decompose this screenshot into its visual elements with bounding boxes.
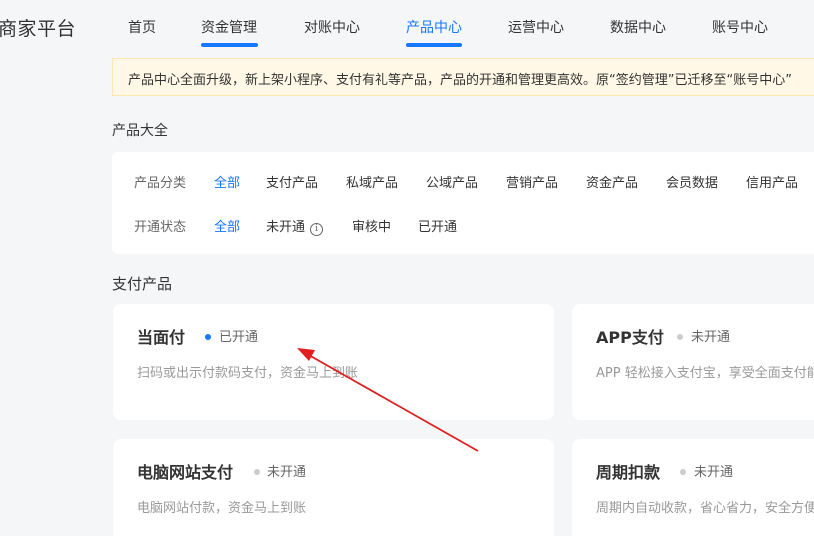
status-option-not-activated[interactable]: 未开通 i [266, 216, 324, 236]
product-card-periodic-deduction[interactable]: 周期扣款 未开通 周期内自动收款，省心省力，安全方便 [572, 439, 814, 536]
nav-fund-management[interactable]: 资金管理 [201, 17, 257, 37]
category-filter-row: 产品分类 全部 支付产品 私域产品 公域产品 营销产品 资金产品 会员数据 信用… [134, 172, 814, 192]
card-description: APP 轻松接入支付宝，享受全面支付能力 [596, 366, 814, 381]
nav-hover-underline [201, 43, 258, 47]
status-dot [680, 469, 686, 475]
category-filter-label: 产品分类 [134, 176, 187, 191]
info-icon[interactable]: i [310, 223, 324, 236]
card-title: 电脑网站支付 [137, 463, 234, 482]
category-option-private[interactable]: 私域产品 [346, 172, 398, 191]
product-card-pc-web-pay[interactable]: 电脑网站支付 未开通 电脑网站付款，资金马上到账 [113, 439, 554, 536]
category-option-marketing[interactable]: 营销产品 [506, 172, 558, 191]
catalog-title: 产品大全 [112, 123, 168, 139]
notice-banner: 产品中心全面升级，新上架小程序、支付有礼等产品，产品的开通和管理更高效。原“签约… [112, 58, 814, 96]
status-badge: 已开通 [219, 330, 259, 345]
card-title: 周期扣款 [596, 463, 661, 482]
nav-home[interactable]: 首页 [128, 17, 156, 37]
status-filter-label: 开通状态 [134, 220, 187, 235]
status-option-reviewing[interactable]: 审核中 [352, 216, 391, 235]
status-dot [677, 334, 683, 340]
category-option-member[interactable]: 会员数据 [666, 172, 718, 191]
category-option-fund[interactable]: 资金产品 [586, 172, 638, 191]
status-option-activated[interactable]: 已开通 [418, 216, 457, 235]
product-card-face-to-face[interactable]: 当面付 已开通 扫码或出示付款码支付，资金马上到账 [113, 304, 554, 420]
card-description: 周期内自动收款，省心省力，安全方便 [596, 501, 814, 516]
category-option-all[interactable]: 全部 [214, 172, 240, 191]
card-description: 电脑网站付款，资金马上到账 [137, 501, 307, 516]
status-badge: 未开通 [694, 465, 734, 480]
status-dot [205, 334, 211, 340]
nav-active-underline [406, 43, 462, 47]
card-title: APP支付 [596, 328, 664, 347]
status-option-all[interactable]: 全部 [214, 216, 240, 235]
card-description: 扫码或出示付款码支付，资金马上到账 [137, 366, 359, 381]
nav-operations[interactable]: 运营中心 [508, 17, 564, 37]
status-badge: 未开通 [691, 330, 731, 345]
payment-section-title: 支付产品 [112, 275, 173, 293]
top-nav-bar: 商家平台 首页 资金管理 对账中心 产品中心 运营中心 数据中心 账号中心 [0, 0, 814, 52]
brand-title: 商家平台 [0, 18, 77, 40]
nav-account-center[interactable]: 账号中心 [712, 17, 768, 37]
notice-text: 产品中心全面升级，新上架小程序、支付有礼等产品，产品的开通和管理更高效。原“签约… [128, 73, 792, 88]
status-option-not-activated-label: 未开通 [266, 220, 306, 235]
filter-panel: 产品分类 全部 支付产品 私域产品 公域产品 营销产品 资金产品 会员数据 信用… [112, 152, 814, 254]
category-option-payment[interactable]: 支付产品 [266, 172, 318, 191]
nav-product-center[interactable]: 产品中心 [406, 17, 462, 37]
status-dot [254, 469, 260, 475]
status-filter-row: 开通状态 全部 未开通 i 审核中 已开通 [134, 216, 534, 236]
nav-data-center[interactable]: 数据中心 [610, 17, 666, 37]
nav-reconciliation[interactable]: 对账中心 [304, 17, 360, 37]
category-option-credit[interactable]: 信用产品 [746, 172, 798, 191]
status-badge: 未开通 [267, 465, 307, 480]
product-card-app-pay[interactable]: APP支付 未开通 APP 轻松接入支付宝，享受全面支付能力 [572, 304, 814, 420]
card-title: 当面付 [137, 328, 186, 347]
category-option-public[interactable]: 公域产品 [426, 172, 478, 191]
